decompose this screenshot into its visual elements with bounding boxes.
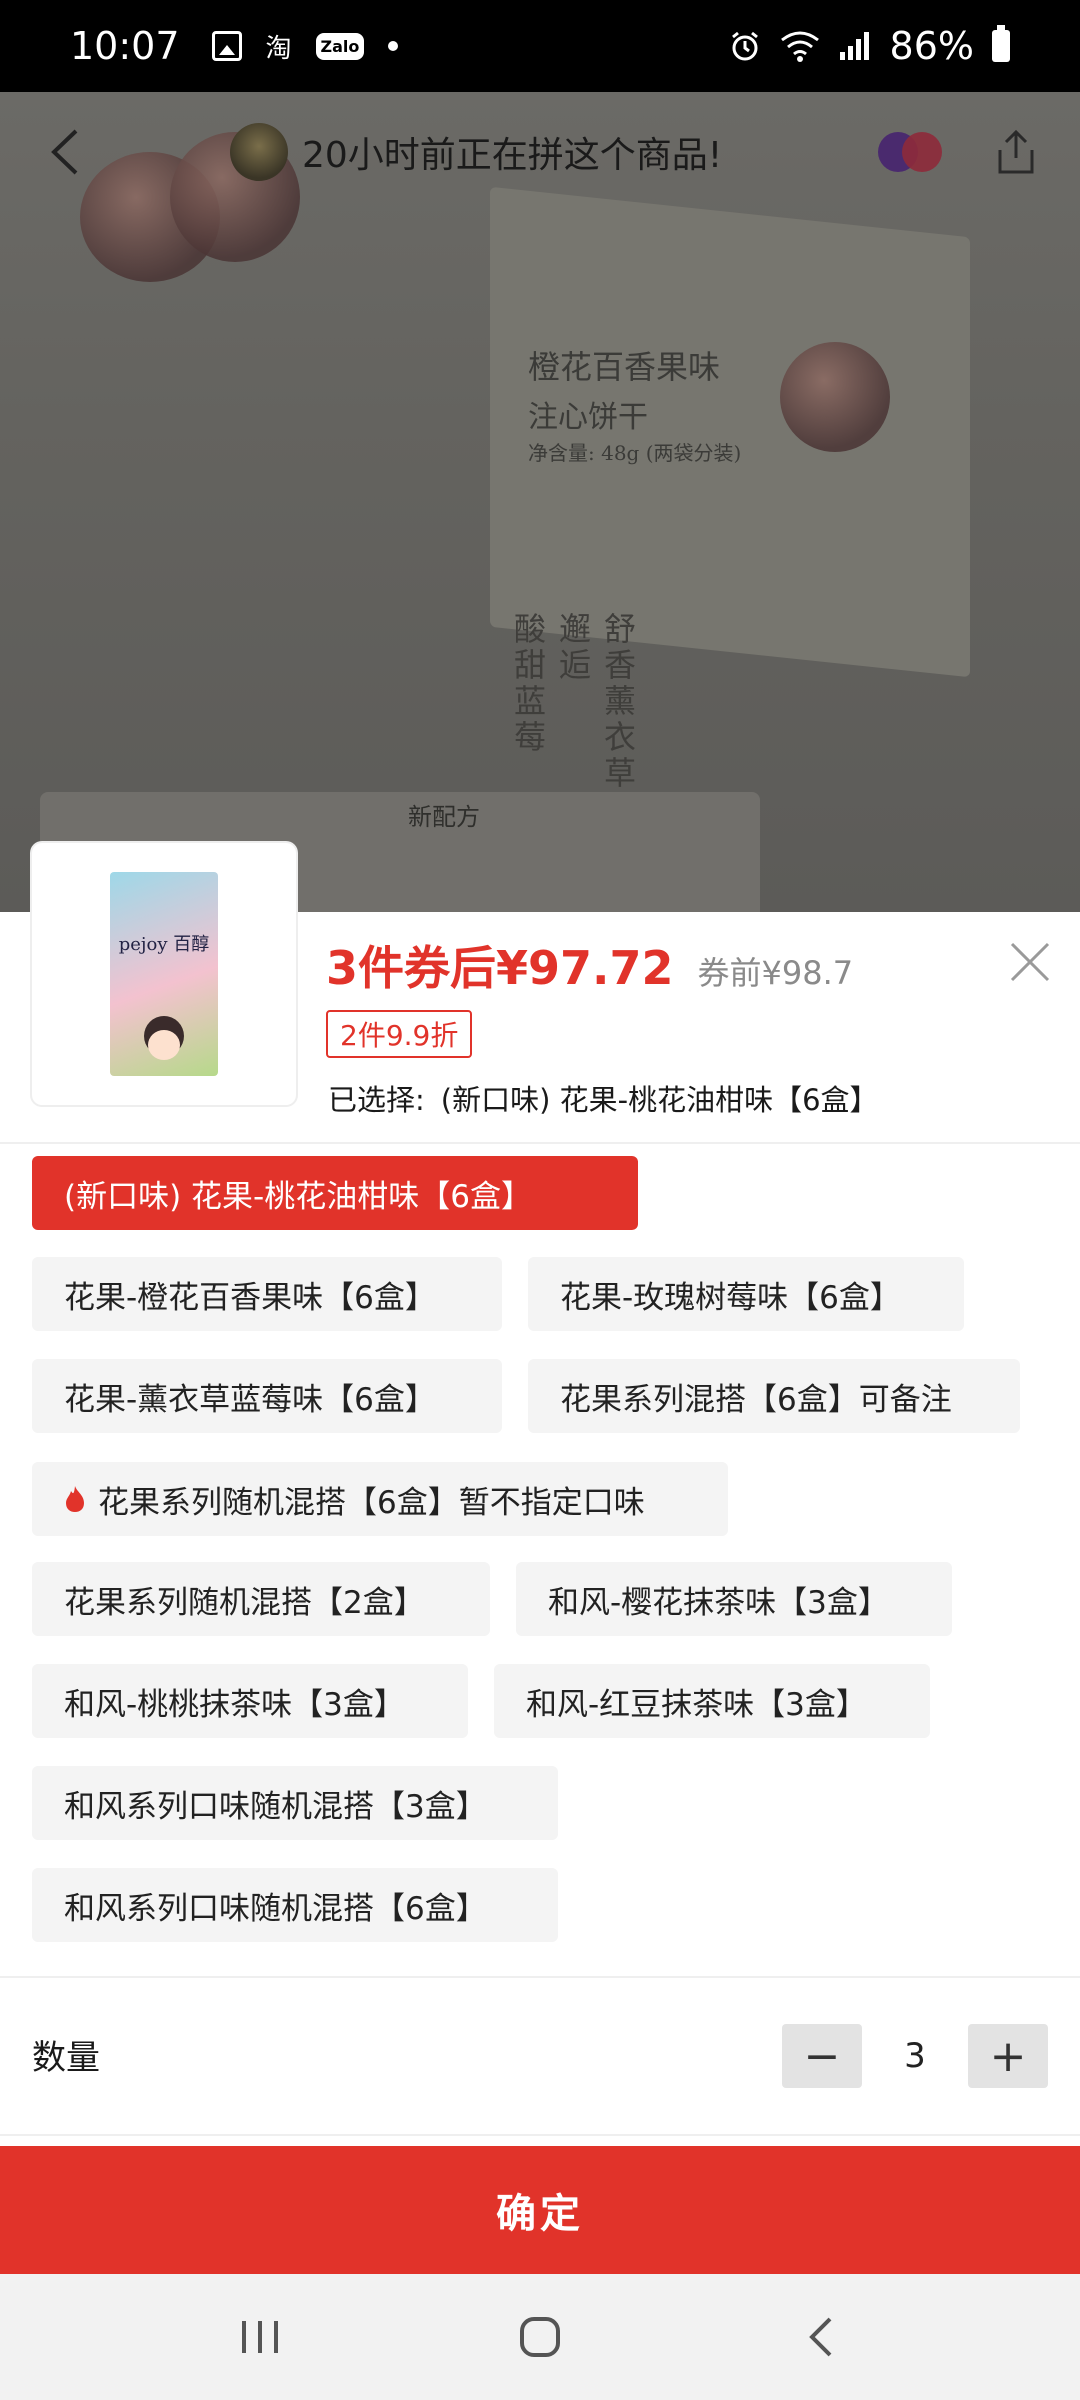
price-after-coupon: 3件券后¥97.72 [326,941,674,995]
hero-text: 净含量: 48g (两袋分装) [528,441,742,465]
battery-percent: 86% [889,24,974,68]
option-chip[interactable]: 和风系列口味随机混搭【3盒】 [32,1766,558,1840]
quantity-label: 数量 [32,2038,100,2078]
option-chip[interactable]: 花果-橙花百香果味【6盒】 [32,1257,502,1331]
quantity-increase-button[interactable]: + [968,2024,1048,2088]
option-chip[interactable]: 花果-薰衣草蓝莓味【6盒】 [32,1359,502,1433]
hero-vertical-text: 邂逅 [554,612,592,684]
signal-icon [839,32,869,60]
selected-value: (新口味) 花果-桃花油柑味【6盒】 [440,1083,879,1117]
divider [0,1142,1080,1144]
hero-text: 橙花百香果味 [528,348,721,386]
hero-vertical-text: 酸甜蓝莓 [509,612,547,756]
status-bar: 10:07 淘 Zalo 86% [0,0,1080,92]
taobao-icon: 淘 [265,33,292,64]
option-chip-hot[interactable]: 花果系列随机混搭【6盒】暂不指定口味 [32,1462,728,1536]
hero-vertical-text: 舒香薰衣草 [599,612,637,792]
page-title: 20小时前正在拼这个商品! [302,135,723,176]
divider [0,1976,1080,1978]
selected-summary: 已选择: (新口味) 花果-桃花油柑味【6盒】 [328,1077,879,1119]
promo-badge: 2件9.9折 [326,1010,473,1058]
product-hero-image: 橙花百香果味 注心饼干 净含量: 48g (两袋分装) 舒香薰衣草 邂逅 酸甜蓝… [0,92,1080,912]
avatar [230,123,288,181]
option-chip[interactable]: 和风系列口味随机混搭【6盒】 [32,1868,558,1942]
hero-text: 新配方 [408,803,480,831]
option-label: 花果系列随机混搭【6盒】暂不指定口味 [98,1484,645,1521]
option-chip[interactable]: 花果系列混搭【6盒】可备注 [528,1359,1020,1433]
share-icon[interactable] [992,128,1040,176]
fire-icon [66,1486,84,1512]
price-before-coupon: 券前¥98.7 [697,954,854,992]
option-chip[interactable]: (新口味) 花果-桃花油柑味【6盒】 [32,1156,638,1230]
option-chip[interactable]: 和风-桃桃抹茶味【3盒】 [32,1664,468,1738]
price-line: 3件券后¥97.72 券前¥98.7 [326,932,853,998]
option-chip[interactable]: 花果-玫瑰树莓味【6盒】 [528,1257,964,1331]
selected-label: 已选择: [328,1083,425,1117]
group-buy-icon[interactable] [878,132,942,172]
option-chip[interactable]: 花果系列随机混搭【2盒】 [32,1562,490,1636]
hero-text: 注心饼干 [528,400,648,435]
dot-icon [388,41,399,51]
status-time: 10:07 [70,24,180,68]
close-icon[interactable] [1006,938,1054,986]
top-nav: 20小时前正在拼这个商品! [0,92,1080,212]
option-chip[interactable]: 和风-红豆抹茶味【3盒】 [494,1664,930,1738]
thumb-brand: pejoy 百醇 [118,934,210,955]
gallery-icon [211,31,242,61]
recent-apps-icon[interactable] [220,2307,300,2367]
zalo-icon: Zalo [315,32,365,60]
option-chip[interactable]: 和风-樱花抹茶味【3盒】 [516,1562,952,1636]
quantity-value[interactable]: 3 [862,2024,968,2088]
system-nav-bar [0,2274,1080,2400]
alarm-icon [731,31,758,61]
wifi-icon [780,31,819,62]
product-thumbnail[interactable]: pejoy 百醇 [32,843,296,1105]
battery-icon [992,25,1010,62]
divider [0,2134,1080,2136]
quantity-decrease-button[interactable]: − [782,2024,862,2088]
back-icon[interactable] [40,127,90,177]
home-icon[interactable] [500,2307,580,2367]
system-back-icon[interactable] [780,2307,860,2367]
confirm-button[interactable]: 确定 [0,2146,1080,2274]
